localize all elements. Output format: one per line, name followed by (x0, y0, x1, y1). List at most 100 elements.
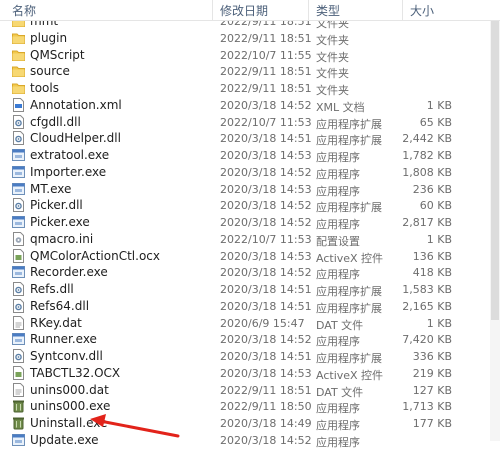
column-header-type[interactable]: 类型 (316, 2, 340, 19)
vertical-scrollbar[interactable] (490, 0, 500, 441)
column-divider[interactable] (308, 0, 309, 20)
file-modified-date: 2020/3/18 14:51 (220, 132, 312, 146)
file-modified-date: 2020/6/9 15:47 (220, 316, 305, 330)
file-row[interactable]: unins000.dat 2022/9/11 18:51 DAT 文件 127 KB (0, 382, 490, 399)
file-modified-date: 2020/3/18 14:52 (220, 266, 312, 280)
file-type: 应用程序扩展 (316, 352, 382, 365)
file-type: 配置设置 (316, 234, 360, 248)
file-size: 1,713 KB (402, 400, 452, 414)
file-type: 应用程序 (316, 335, 360, 349)
dll-file-icon (12, 349, 25, 363)
file-row[interactable]: tools 2022/9/11 18:51 文件夹 (0, 80, 490, 97)
file-row[interactable]: Picker.exe 2020/3/18 14:52 应用程序 2,817 KB (0, 214, 490, 231)
file-row[interactable]: Runner.exe 2020/3/18 14:52 应用程序 7,420 KB (0, 331, 490, 348)
file-modified-date: 2020/3/18 14:51 (220, 283, 312, 296)
file-row[interactable]: Recorder.exe 2020/3/18 14:52 应用程序 418 KB (0, 264, 490, 281)
file-row[interactable]: Refs64.dll 2020/3/18 14:51 应用程序扩展 2,165 KB (0, 298, 490, 315)
file-modified-date: 2020/3/18 14:52 (220, 165, 312, 179)
file-name: Refs.dll (30, 282, 74, 296)
dat-file-icon (12, 382, 25, 397)
exe-file-icon (12, 332, 25, 346)
file-modified-date: 2020/3/18 14:52 (220, 333, 312, 347)
file-size: 136 KB (412, 249, 452, 263)
file-size: 177 KB (412, 417, 452, 430)
file-name: Annotation.xml (30, 97, 122, 112)
file-size: 2,817 KB (402, 216, 452, 229)
file-type: 应用程序 (316, 268, 360, 282)
file-modified-date: 2022/10/7 11:55 (220, 48, 312, 62)
file-size: 60 KB (419, 199, 452, 213)
column-header-date[interactable]: 修改日期 (220, 2, 268, 19)
file-size: 1,782 KB (402, 149, 452, 162)
exe-file-icon (12, 215, 25, 229)
file-row[interactable]: Picker.dll 2020/3/18 14:52 应用程序扩展 60 KB (0, 197, 490, 214)
dll-file-icon (12, 131, 25, 146)
dll-file-icon (12, 298, 25, 313)
folder-icon (12, 81, 25, 95)
file-row[interactable]: TABCTL32.OCX 2020/3/18 14:53 ActiveX 控件 219… (0, 365, 490, 382)
file-type: 应用程序扩展 (316, 285, 382, 298)
file-type: ActiveX 控件 (316, 251, 384, 265)
file-name: Recorder.exe (30, 265, 108, 280)
column-header-name[interactable]: 名称 (12, 2, 36, 19)
scrollbar-thumb[interactable] (491, 20, 499, 320)
file-modified-date: 2020/3/18 14:52 (220, 433, 312, 447)
file-size: 1 KB (426, 232, 452, 246)
file-name: RKey.dat (30, 315, 82, 330)
file-name: CloudHelper.dll (30, 131, 121, 146)
file-row[interactable]: MT.exe 2020/3/18 14:53 应用程序 236 KB (0, 181, 490, 198)
file-modified-date: 2020/3/18 14:49 (220, 417, 312, 430)
file-size: 219 KB (412, 366, 452, 380)
ocx-file-icon (12, 248, 25, 263)
file-row[interactable]: qmacro.ini 2022/10/7 11:53 配置设置 1 KB (0, 231, 490, 248)
file-modified-date: 2022/9/11 18:51 (220, 31, 312, 45)
file-name: Refs64.dll (30, 298, 90, 313)
exe-file-icon (12, 433, 25, 447)
file-row[interactable]: Update.exe 2020/3/18 14:52 应用程序 (0, 432, 490, 449)
file-name: unins000.exe (30, 399, 111, 414)
file-row[interactable]: unins000.exe 2022/9/11 18:50 应用程序 1,713 KB (0, 398, 490, 415)
file-row[interactable]: plugin 2022/9/11 18:51 文件夹 (0, 30, 490, 47)
file-type: 文件夹 (316, 33, 349, 47)
file-modified-date: 2022/9/11 18:51 (220, 65, 312, 79)
file-row[interactable]: Annotation.xml 2020/3/18 14:52 XML 文档 1 KB (0, 97, 490, 114)
file-type: 应用程序 (316, 419, 360, 432)
file-modified-date: 2020/3/18 14:52 (220, 98, 312, 112)
file-row[interactable]: cfgdll.dll 2022/10/7 11:53 应用程序扩展 65 KB (0, 114, 490, 131)
exe-file-icon (12, 265, 25, 279)
file-modified-date: 2020/3/18 14:53 (220, 366, 312, 380)
column-divider[interactable] (402, 0, 403, 20)
file-type: 文件夹 (316, 50, 349, 64)
file-type: 应用程序扩展 (316, 301, 382, 315)
file-size: 1 KB (426, 316, 452, 330)
file-row[interactable]: RKey.dat 2020/6/9 15:47 DAT 文件 1 KB (0, 315, 490, 332)
file-name: qmacro.ini (30, 231, 94, 246)
file-modified-date: 2020/3/18 14:51 (220, 350, 312, 363)
file-size: 127 KB (412, 383, 452, 397)
file-row[interactable]: QMColorActionCtl.ocx 2020/3/18 14:53 Activ… (0, 248, 490, 265)
dll-file-icon (12, 282, 25, 296)
file-modified-date: 2022/10/7 11:53 (220, 115, 312, 129)
file-size: 418 KB (412, 266, 452, 280)
file-size: 2,165 KB (402, 299, 452, 313)
file-row[interactable]: extratool.exe 2020/3/18 14:53 应用程序 1,782 KB (0, 147, 490, 164)
file-type: 应用程序 (316, 435, 360, 449)
file-name: Update.exe (30, 432, 99, 447)
column-header-size[interactable]: 大小 (410, 2, 434, 19)
file-name: QMScript (30, 47, 85, 62)
file-modified-date: 2022/9/11 18:51 (220, 82, 312, 95)
file-type: 应用程序 (316, 167, 360, 181)
column-divider[interactable] (212, 0, 213, 20)
file-row[interactable]: Refs.dll 2020/3/18 14:51 应用程序扩展 1,583 KB (0, 281, 490, 298)
file-row[interactable]: Importer.exe 2020/3/18 14:52 应用程序 1,808 KB (0, 164, 490, 181)
file-row[interactable]: QMScript 2022/10/7 11:55 文件夹 (0, 47, 490, 64)
ocx-file-icon (12, 365, 25, 380)
file-size: 1 KB (426, 98, 452, 112)
file-row[interactable]: Syntconv.dll 2020/3/18 14:51 应用程序扩展 336 KB (0, 348, 490, 365)
file-size: 2,442 KB (402, 132, 452, 146)
file-row[interactable]: source 2022/9/11 18:51 文件夹 (0, 63, 490, 80)
exe-file-icon (12, 182, 25, 196)
file-row[interactable]: Uninstall.exe 2020/3/18 14:49 应用程序 177 KB (0, 415, 490, 432)
file-size: 236 KB (412, 182, 452, 196)
file-row[interactable]: CloudHelper.dll 2020/3/18 14:51 应用程序扩展 2,44… (0, 130, 490, 147)
